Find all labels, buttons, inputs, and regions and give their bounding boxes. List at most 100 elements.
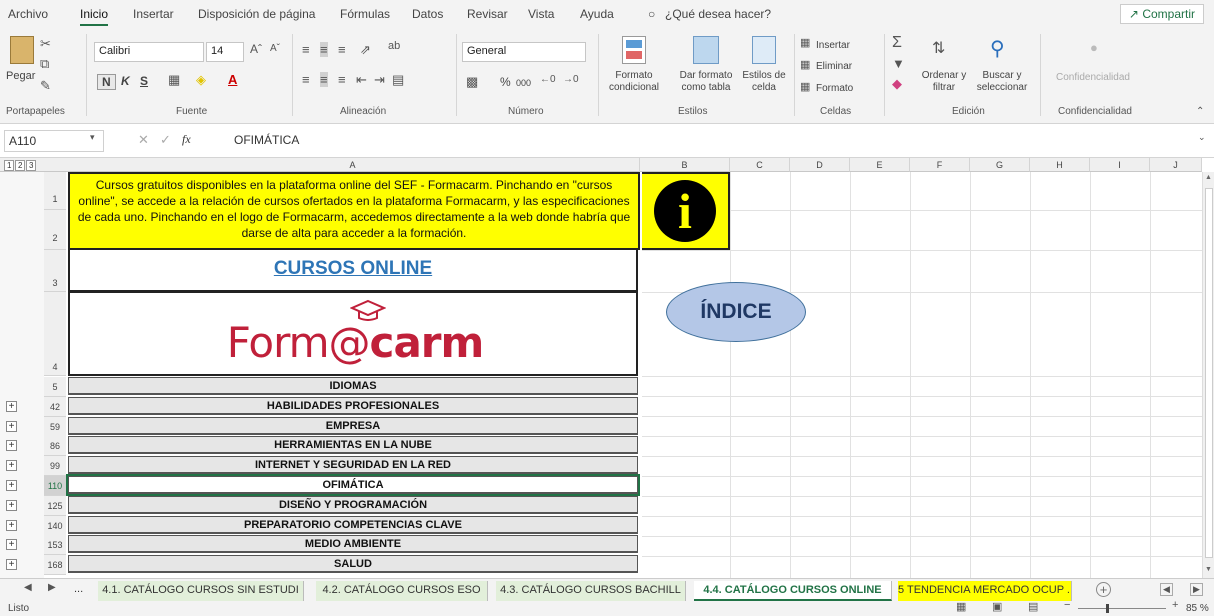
collapse-ribbon-icon[interactable]: ⌃ xyxy=(1196,106,1204,117)
col-header-b[interactable]: B xyxy=(640,158,730,172)
underline-button[interactable]: S xyxy=(140,75,148,87)
col-header-e[interactable]: E xyxy=(850,158,910,172)
insert-button[interactable]: Insertar xyxy=(816,40,850,52)
category-cell-habilidades-profesionales[interactable]: HABILIDADES PROFESIONALES xyxy=(68,397,638,415)
align-left-icon[interactable]: ≡ xyxy=(302,72,310,87)
row-header[interactable]: 59 xyxy=(44,417,66,437)
normal-view-icon[interactable]: ▦ xyxy=(956,600,966,613)
menu-revisar[interactable]: Revisar xyxy=(467,7,508,21)
menu-disposicion[interactable]: Disposición de página xyxy=(198,7,315,21)
align-center-icon[interactable]: ≡ xyxy=(320,72,328,87)
align-bottom-icon[interactable]: ≡ xyxy=(338,42,346,57)
align-top-icon[interactable]: ≡ xyxy=(302,42,310,57)
col-header-i[interactable]: I xyxy=(1090,158,1150,172)
row-header[interactable]: 86 xyxy=(44,436,66,456)
orientation-icon[interactable]: ⇗ xyxy=(360,42,371,58)
font-color-icon[interactable]: A xyxy=(228,72,237,87)
outline-level-1[interactable]: 1 xyxy=(4,160,15,171)
increase-decimal-icon[interactable]: ←0 xyxy=(540,74,556,85)
row-header[interactable]: 168 xyxy=(44,555,66,575)
formula-input[interactable]: OFIMÁTICA xyxy=(228,130,1188,152)
copy-icon[interactable]: ⧉ xyxy=(40,56,49,72)
font-name-box[interactable]: Calibri xyxy=(94,42,204,62)
scroll-up-icon[interactable]: ▲ xyxy=(1205,174,1212,181)
row-header[interactable]: 2 xyxy=(44,210,66,250)
menu-inicio[interactable]: Inicio xyxy=(80,7,109,26)
category-cell-empresa[interactable]: EMPRESA xyxy=(68,417,638,435)
tab-sheet-4-3[interactable]: 4.3. CATÁLOGO CURSOS BACHILL xyxy=(496,581,686,601)
expand-group-button[interactable]: + xyxy=(6,559,17,570)
tell-me-search[interactable]: ¿Qué desea hacer? xyxy=(665,7,771,21)
percent-button[interactable]: % xyxy=(500,76,511,88)
row-header[interactable]: 42 xyxy=(44,397,66,417)
category-cell-herramientas-en-la-nube[interactable]: HERRAMIENTAS EN LA NUBE xyxy=(68,436,638,454)
autosum-icon[interactable]: Σ xyxy=(892,34,902,52)
find-select-button[interactable]: Buscar y seleccionar xyxy=(974,70,1030,94)
col-header-f[interactable]: F xyxy=(910,158,970,172)
zoom-level[interactable]: 85 % xyxy=(1186,603,1209,614)
menu-vista[interactable]: Vista xyxy=(528,7,554,21)
col-header-g[interactable]: G xyxy=(970,158,1030,172)
accounting-format-icon[interactable]: ▩ xyxy=(466,74,478,90)
format-button[interactable]: Formato xyxy=(816,83,853,95)
info-icon-cell[interactable]: i xyxy=(642,172,730,250)
add-sheet-button[interactable]: + xyxy=(1096,582,1111,597)
col-header-j[interactable]: J xyxy=(1150,158,1202,172)
menu-datos[interactable]: Datos xyxy=(412,7,443,21)
cell-styles-button[interactable]: Estilos de celda xyxy=(738,70,790,94)
align-middle-icon[interactable]: ≡ xyxy=(320,42,328,57)
category-cell-idiomas[interactable]: IDIOMAS xyxy=(68,377,638,395)
scroll-down-icon[interactable]: ▼ xyxy=(1205,566,1212,573)
conditional-format-button[interactable]: Formato condicional xyxy=(602,70,666,94)
format-as-table-button[interactable]: Dar formato como tabla xyxy=(672,70,740,94)
outline-level-2[interactable]: 2 xyxy=(15,160,26,171)
category-cell-medio-ambiente[interactable]: MEDIO AMBIENTE xyxy=(68,535,638,553)
font-size-box[interactable]: 14 xyxy=(206,42,244,62)
tab-sheet-4-1[interactable]: 4.1. CATÁLOGO CURSOS SIN ESTUDI xyxy=(98,581,304,601)
menu-insertar[interactable]: Insertar xyxy=(133,7,174,21)
scroll-left-icon[interactable]: ◀ xyxy=(1160,583,1173,596)
sort-filter-button[interactable]: Ordenar y filtrar xyxy=(920,70,968,94)
row-header[interactable]: 5 xyxy=(44,377,66,397)
expand-group-button[interactable]: + xyxy=(6,421,17,432)
col-header-a[interactable]: A xyxy=(66,158,640,172)
format-painter-icon[interactable]: ✎ xyxy=(40,78,51,94)
confidentiality-button[interactable]: Confidencialidad xyxy=(1056,72,1130,84)
tab-sheet-4-2[interactable]: 4.2. CATÁLOGO CURSOS ESO xyxy=(316,581,488,601)
grow-font-icon[interactable]: Aˆ xyxy=(250,42,262,56)
paste-button[interactable]: Pegar xyxy=(6,70,35,82)
insert-function-icon[interactable]: fx xyxy=(182,132,191,147)
tab-sheet-4-4-active[interactable]: 4.4. CATÁLOGO CURSOS ONLINE xyxy=(694,581,892,601)
scroll-right-icon[interactable]: ▶ xyxy=(1190,583,1203,596)
enter-icon[interactable]: ✓ xyxy=(160,132,171,148)
row-header[interactable]: 99 xyxy=(44,456,66,476)
row-header[interactable]: 140 xyxy=(44,516,66,536)
bold-button[interactable]: N xyxy=(97,74,116,90)
cursos-online-link[interactable]: CURSOS ONLINE xyxy=(274,258,432,279)
indice-button[interactable]: ÍNDICE xyxy=(666,282,806,342)
expand-group-button[interactable]: + xyxy=(6,401,17,412)
expand-group-button[interactable]: + xyxy=(6,520,17,531)
italic-button[interactable]: K xyxy=(121,75,130,87)
expand-group-button[interactable]: + xyxy=(6,440,17,451)
category-cell-ofimatica[interactable]: OFIMÁTICA xyxy=(66,474,640,496)
row-header[interactable]: 4 xyxy=(44,292,66,376)
expand-group-button[interactable]: + xyxy=(6,460,17,471)
category-cell-preparatorio-competencias-clave[interactable]: PREPARATORIO COMPETENCIAS CLAVE xyxy=(68,516,638,534)
decrease-indent-icon[interactable]: ⇤ xyxy=(356,72,367,88)
paste-icon[interactable] xyxy=(10,36,34,64)
tab-sheet-5[interactable]: 5 TENDENCIA MERCADO OCUP ... xyxy=(898,581,1072,601)
cancel-icon[interactable]: ✕ xyxy=(138,132,149,148)
formacarm-logo[interactable]: Form@carm xyxy=(68,292,638,376)
row-header[interactable]: 110 xyxy=(44,476,66,496)
vertical-scrollbar[interactable]: ▲ ▼ xyxy=(1202,172,1214,578)
menu-formulas[interactable]: Fórmulas xyxy=(340,7,390,21)
clear-icon[interactable]: ◆ xyxy=(892,76,902,92)
scroll-thumb[interactable] xyxy=(1205,188,1213,558)
delete-button[interactable]: Eliminar xyxy=(816,61,852,73)
row-header[interactable]: 125 xyxy=(44,496,66,516)
zoom-slider[interactable] xyxy=(1078,608,1166,609)
col-header-c[interactable]: C xyxy=(730,158,790,172)
row-header[interactable]: 153 xyxy=(44,535,66,555)
wrap-text-icon[interactable]: ab xyxy=(388,40,400,52)
